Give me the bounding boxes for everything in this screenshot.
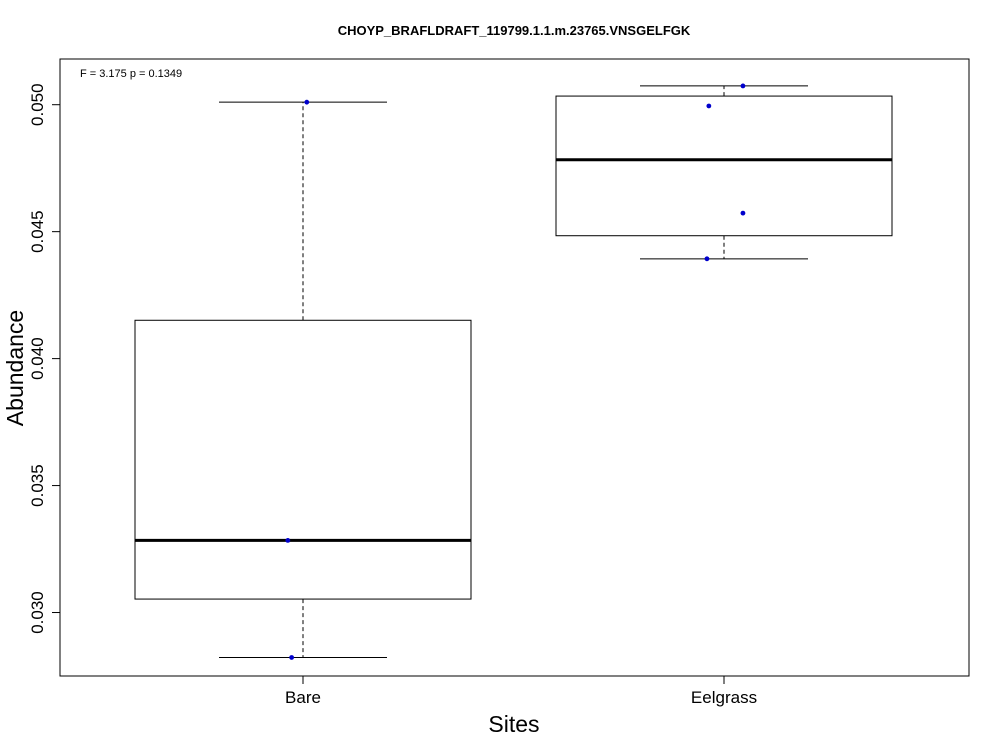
stats-annotation: F = 3.175 p = 0.1349 xyxy=(80,68,182,80)
data-point-eelgrass xyxy=(740,210,746,216)
data-point-eelgrass xyxy=(706,103,712,109)
y-tick-label: 0.045 xyxy=(28,210,47,253)
x-tick-label-bare: Bare xyxy=(285,688,321,707)
y-tick-label: 0.035 xyxy=(28,464,47,507)
y-tick-label: 0.030 xyxy=(28,591,47,634)
data-point-eelgrass xyxy=(740,83,746,89)
x-axis-title: Sites xyxy=(488,711,539,737)
data-point-bare xyxy=(304,99,310,105)
data-point-bare xyxy=(285,538,291,543)
x-tick-label-eelgrass: Eelgrass xyxy=(691,688,757,707)
box-bare xyxy=(134,319,472,600)
box-eelgrass xyxy=(555,95,893,237)
data-point-bare xyxy=(289,655,295,660)
chart-title: CHOYP_BRAFLDRAFT_119799.1.1.m.23765.VNSG… xyxy=(338,23,691,38)
boxplot-chart: CHOYP_BRAFLDRAFT_119799.1.1.m.23765.VNSG… xyxy=(2,23,970,737)
data-point-eelgrass xyxy=(704,256,710,262)
y-tick-label: 0.050 xyxy=(28,83,47,126)
plot-frame xyxy=(59,58,970,677)
y-axis-title: Abundance xyxy=(2,310,28,426)
y-tick-label: 0.040 xyxy=(28,337,47,380)
chart-marks: 0.030 0.035 0.040 0.045 0.050 Bare Eelgrass xyxy=(28,83,893,707)
